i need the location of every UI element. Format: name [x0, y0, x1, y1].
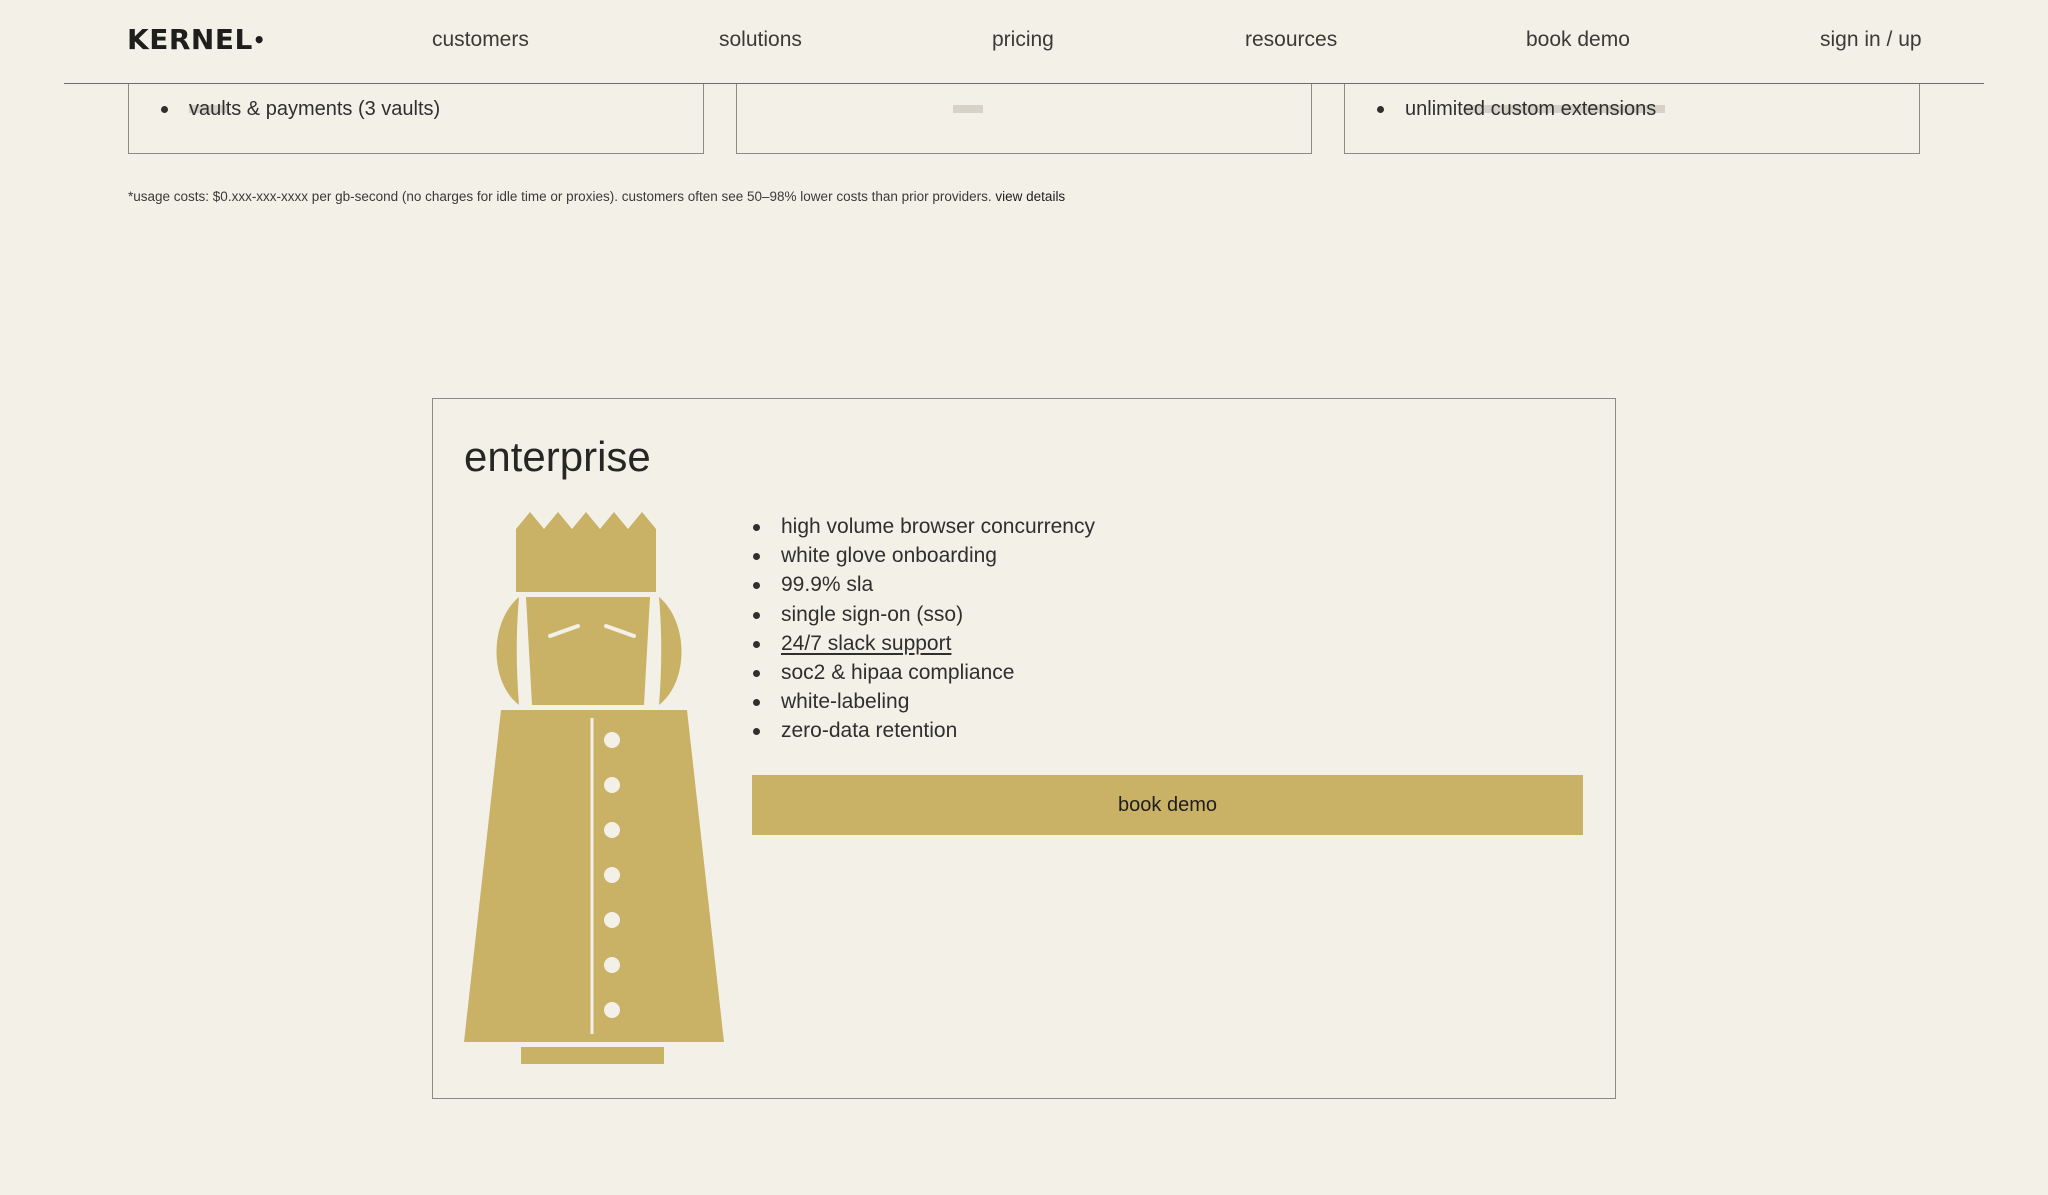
plan-feature: unlimited custom extensions — [1375, 95, 1656, 123]
logo-dot-icon: • — [252, 28, 267, 52]
enterprise-title: enterprise — [464, 433, 651, 480]
enterprise-features: high volume browser concurrency white gl… — [752, 512, 1095, 746]
plan-3-features: unlimited custom extensions — [1375, 95, 1656, 123]
plan-card-hidden-row — [953, 105, 983, 113]
kernel-logo[interactable]: KERNEL• — [127, 22, 266, 58]
plan-1-features: vaults & payments (3 vaults) — [159, 95, 440, 123]
feature-item: white glove onboarding — [752, 541, 1095, 570]
nav-book-demo[interactable]: book demo — [1526, 26, 1630, 54]
view-details-link[interactable]: view details — [995, 189, 1065, 204]
feature-item-slack-support: 24/7 slack support — [752, 629, 1095, 658]
slack-support-link[interactable]: 24/7 slack support — [781, 632, 951, 655]
feature-item: white-labeling — [752, 687, 1095, 716]
pricing-page: vaults & payments (3 vaults) unlimited c… — [0, 0, 2048, 1195]
nav-pricing[interactable]: pricing — [992, 26, 1054, 54]
usage-costs-footnote: *usage costs: $0.xxx-xxx-xxxx per gb-sec… — [128, 187, 1065, 207]
feature-item: single sign-on (sso) — [752, 600, 1095, 629]
feature-item: 99.9% sla — [752, 570, 1095, 599]
top-nav: KERNEL• customers solutions pricing reso… — [0, 0, 2048, 83]
plan-feature: vaults & payments (3 vaults) — [159, 95, 440, 123]
nav-resources[interactable]: resources — [1245, 26, 1337, 54]
feature-item: soc2 & hipaa compliance — [752, 658, 1095, 687]
book-demo-button[interactable]: book demo — [752, 775, 1583, 835]
logo-text: KERNEL — [127, 23, 253, 56]
king-figure-icon — [464, 512, 724, 1064]
nav-divider — [64, 83, 1984, 84]
feature-item: zero-data retention — [752, 716, 1095, 745]
nav-solutions[interactable]: solutions — [719, 26, 802, 54]
feature-item: high volume browser concurrency — [752, 512, 1095, 541]
nav-customers[interactable]: customers — [432, 26, 529, 54]
nav-sign-in[interactable]: sign in / up — [1820, 26, 1922, 54]
footnote-text: *usage costs: $0.xxx-xxx-xxxx per gb-sec… — [128, 189, 992, 204]
enterprise-plan-card: enterprise high volume browser concurren… — [432, 398, 1616, 1099]
